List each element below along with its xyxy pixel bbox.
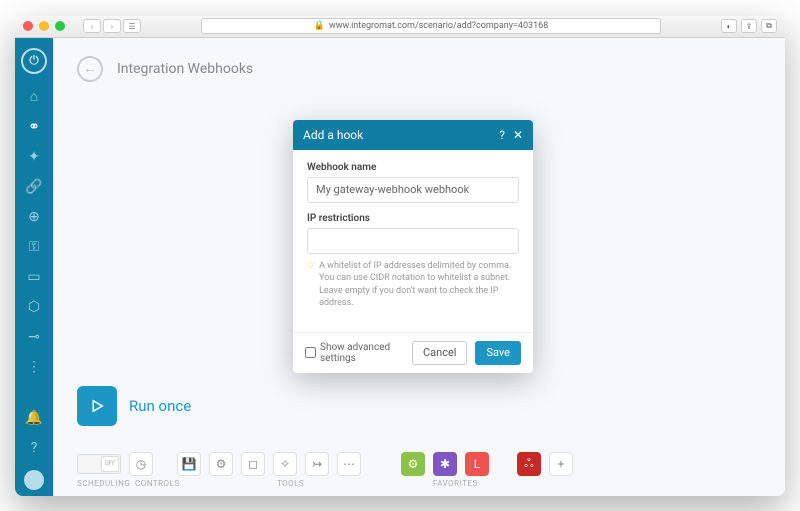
online-help-link[interactable]: online Help <box>627 242 672 252</box>
titlebar: ‹ › ☰ 🔒 www.integromat.com/scenario/add?… <box>15 16 785 38</box>
more-icon[interactable]: ⋮ <box>27 359 41 375</box>
ip-hint: ♡ A whitelist of IP addresses delimited … <box>307 260 519 310</box>
app: ⏻ ⌂ ⚭ ✦ 🔗 ⊕ ⚿ ▭ ⬡ ⊸ ⋮ 🔔 ? ← Integration … <box>15 38 785 496</box>
explain-icon[interactable]: ↣ <box>305 452 329 476</box>
page-title: Integration Webhooks <box>117 61 253 77</box>
reader-button[interactable]: ◐ <box>721 19 737 33</box>
webhooks-dialog-header[interactable]: Webhooks ⤢ ? ✕ <box>523 142 785 172</box>
advanced-checkbox[interactable]: Show advanced settings <box>535 291 671 302</box>
tabs-button[interactable]: ⧉ <box>761 19 777 33</box>
forward-button[interactable]: › <box>103 19 121 33</box>
key-icon[interactable]: ⚿ <box>29 239 40 255</box>
add-hook-dialog: Add a hook ? ✕ Webhook name IP restricti… <box>293 120 533 373</box>
share-button[interactable]: ⇪ <box>741 19 757 33</box>
add-hook-header[interactable]: Add a hook ? ✕ <box>293 120 533 150</box>
select-dropdown-icon[interactable]: ▾ <box>710 200 730 224</box>
back-button[interactable]: ‹ <box>83 19 101 33</box>
webhook-label: Webhook <box>537 184 777 195</box>
autoalign-icon[interactable]: ✧ <box>273 452 297 476</box>
add-button[interactable]: Add <box>735 199 777 223</box>
more-controls-icon[interactable]: ⋯ <box>337 452 361 476</box>
favorite-module-icon[interactable]: ஃ <box>517 452 541 476</box>
ok-button[interactable]: OK <box>743 285 779 309</box>
bottom-toolbar: OFF ◷ 💾 ⚙ ◻ ✧ ↣ ⋯ ⚙ ✱ L ஃ + <box>77 452 761 488</box>
webhooks-dialog: Webhooks ⤢ ? ✕ Webhook ⇅ ▾ Add <box>523 142 785 317</box>
help-dialog-icon[interactable]: ? <box>499 128 505 142</box>
close-window-icon[interactable] <box>23 21 33 31</box>
minimize-window-icon[interactable] <box>39 21 49 31</box>
lock-icon: 🔒 <box>314 21 325 31</box>
commit-icon[interactable]: ⊸ <box>28 329 40 345</box>
add-favorite-icon[interactable]: + <box>549 452 573 476</box>
bulb-icon: ♡ <box>537 229 545 254</box>
dialog-title: Add a hook <box>303 128 491 142</box>
save-control-icon[interactable]: 💾 <box>177 452 201 476</box>
close-dialog-icon[interactable]: ✕ <box>513 128 523 142</box>
chevron-updown-icon: ⇅ <box>696 206 704 217</box>
toolbar-right: ◐ ⇪ ⧉ <box>721 19 777 33</box>
webhook-select[interactable]: ⇅ ▾ <box>537 199 731 225</box>
settings-control-icon[interactable]: ⚙ <box>209 452 233 476</box>
webhook-hint: ♡ For more information on how to create … <box>537 229 777 254</box>
ip-label: IP restrictions <box>307 213 519 224</box>
share-icon[interactable]: ⚭ <box>28 119 40 135</box>
close-dialog-icon[interactable]: ✕ <box>771 150 781 164</box>
nav-buttons: ‹ › ☰ <box>83 19 141 33</box>
tools-flow-icon[interactable]: ✱ <box>433 452 457 476</box>
sidebar-button[interactable]: ☰ <box>123 19 141 33</box>
run-label: Run once <box>129 397 191 415</box>
link-icon[interactable]: 🔗 <box>25 179 42 195</box>
play-icon <box>88 397 106 415</box>
browser-window: ‹ › ☰ 🔒 www.integromat.com/scenario/add?… <box>15 16 785 496</box>
logo-icon[interactable]: ⏻ <box>21 48 47 74</box>
tools-gear-icon[interactable]: ⚙ <box>401 452 425 476</box>
home-icon[interactable]: ⌂ <box>30 88 38 105</box>
clock-icon[interactable]: ◷ <box>129 452 153 476</box>
cancel-button[interactable]: Cancel <box>412 341 467 365</box>
section-labels: SCHEDULING CONTROLS TOOLS FAVORITES <box>77 479 761 488</box>
name-label: Webhook name <box>307 162 519 173</box>
save-button[interactable]: Save <box>475 341 521 365</box>
cancel-button[interactable]: Cancel <box>679 285 734 309</box>
device-icon[interactable]: ▭ <box>27 269 40 285</box>
traffic-lights <box>23 21 65 31</box>
page-header: ← Integration Webhooks <box>77 56 761 82</box>
scheduling-toggle[interactable]: OFF <box>77 454 121 474</box>
globe-icon[interactable]: ⊕ <box>28 209 40 225</box>
box-icon[interactable]: ⬡ <box>28 299 40 315</box>
name-input[interactable] <box>307 177 519 203</box>
bulb-icon: ♡ <box>307 260 315 310</box>
help-icon[interactable]: ? <box>31 440 38 456</box>
puzzle-icon[interactable]: ✦ <box>28 149 40 165</box>
url-bar[interactable]: 🔒 www.integromat.com/scenario/add?compan… <box>201 18 661 34</box>
run-section: Run once <box>77 386 191 426</box>
note-control-icon[interactable]: ◻ <box>241 452 265 476</box>
expand-icon[interactable]: ⤢ <box>740 149 750 164</box>
sidebar: ⏻ ⌂ ⚭ ✦ 🔗 ⊕ ⚿ ▭ ⬡ ⊸ ⋮ 🔔 ? <box>15 38 53 496</box>
url-text: www.integromat.com/scenario/add?company=… <box>329 21 548 31</box>
help-dialog-icon[interactable]: ? <box>757 150 763 164</box>
advanced-checkbox[interactable]: Show advanced settings <box>305 342 404 364</box>
run-button[interactable] <box>77 386 117 426</box>
tools-text-icon[interactable]: L <box>465 452 489 476</box>
bell-icon[interactable]: 🔔 <box>25 410 42 426</box>
canvas: ← Integration Webhooks Custom webhook We… <box>53 38 785 496</box>
back-arrow-icon[interactable]: ← <box>77 56 103 82</box>
dialog-title: Webhooks <box>533 150 732 164</box>
maximize-window-icon[interactable] <box>55 21 65 31</box>
avatar[interactable] <box>24 470 44 490</box>
ip-input[interactable] <box>307 228 519 254</box>
